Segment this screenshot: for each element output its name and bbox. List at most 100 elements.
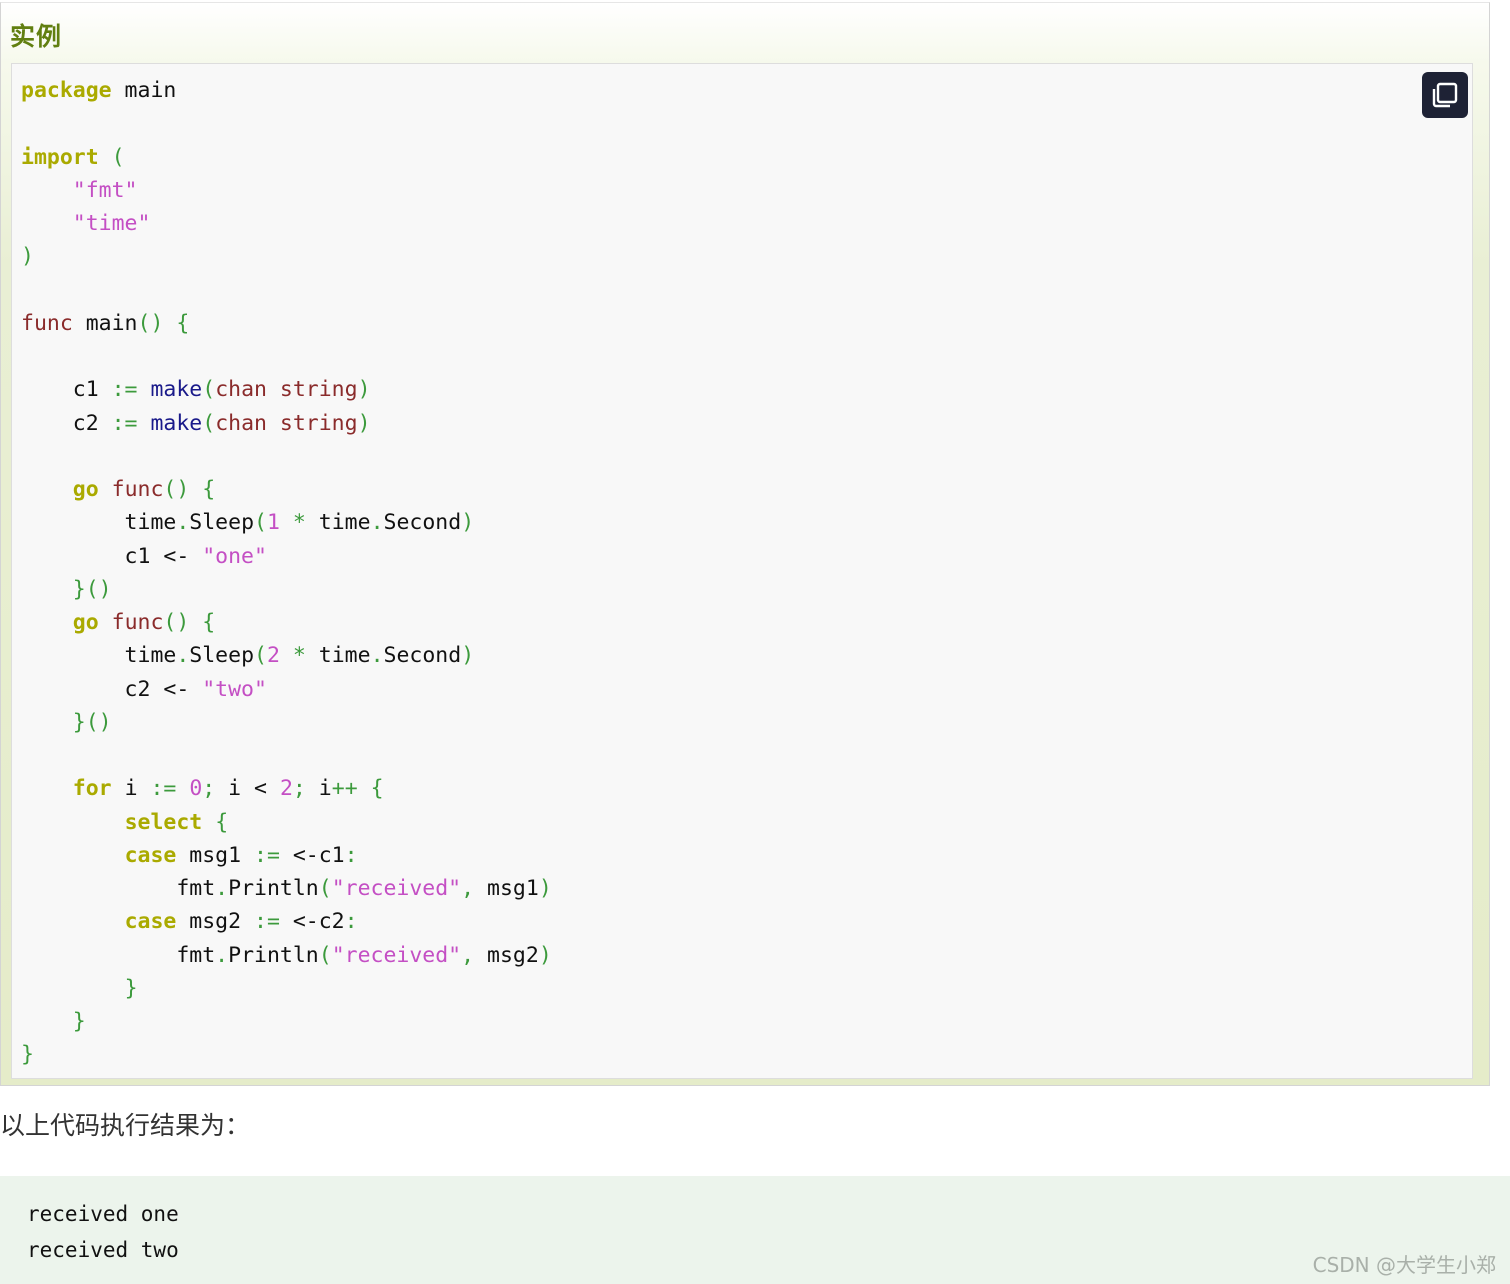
code-line: )	[21, 240, 552, 273]
code-line: package main	[21, 74, 552, 107]
code-line: case msg1 := <-c1:	[21, 839, 552, 872]
code-token: "received"	[331, 942, 462, 968]
code-line: }	[21, 972, 552, 1005]
code-line: fmt.Println("received", msg1)	[21, 872, 552, 905]
code-token: )	[461, 643, 475, 669]
example-title: 实例	[10, 22, 63, 51]
code-token: func	[111, 477, 164, 502]
code-token: import	[21, 144, 99, 170]
code-token: ,	[461, 876, 475, 901]
code-token: {	[202, 477, 216, 502]
code-token: <-c1	[279, 842, 345, 868]
code-token: "fmt"	[72, 177, 138, 203]
code-token: :=	[111, 410, 138, 436]
code-token: 2	[279, 776, 293, 802]
code-line: go func() {	[21, 473, 552, 506]
code-text: package main import ( "fmt" "time") func m…	[21, 74, 552, 1072]
code-token: (	[318, 942, 332, 968]
code-token: chan string	[215, 410, 358, 436]
code-token: <-c2	[279, 909, 345, 935]
code-token: Println	[228, 942, 319, 968]
code-token: case	[124, 909, 177, 935]
code-token: (	[111, 144, 125, 170]
code-token: (	[254, 510, 267, 536]
example-panel: 实例 package main import ( "fmt" "time") fun…	[0, 2, 1490, 1086]
code-token: msg1	[474, 876, 539, 901]
code-token: Sleep	[189, 643, 255, 669]
code-token: chan string	[215, 377, 358, 403]
code-token: ,	[461, 942, 475, 968]
code-token: ++	[331, 776, 358, 802]
code-token: {	[202, 610, 216, 635]
code-token: msg2	[176, 909, 255, 935]
code-token: :=	[150, 776, 177, 802]
code-token: (	[318, 876, 332, 901]
code-token: }()	[72, 576, 112, 602]
code-token: msg1	[176, 842, 255, 868]
code-token: main	[72, 310, 138, 336]
code-token: .	[370, 643, 384, 669]
code-token: time	[305, 643, 371, 669]
code-token: {	[176, 310, 190, 336]
code-token: time	[21, 510, 177, 536]
copy-button[interactable]	[1422, 72, 1468, 118]
code-line: go func() {	[21, 606, 552, 639]
code-token: main	[111, 78, 177, 103]
code-token: "two"	[202, 676, 267, 702]
code-token: fmt	[21, 876, 216, 901]
code-token: *	[292, 510, 306, 536]
code-token: Println	[228, 876, 319, 901]
code-token: func	[111, 610, 164, 635]
code-token: .	[176, 510, 190, 536]
code-token: :=	[254, 842, 280, 868]
code-token: )	[357, 410, 371, 436]
code-line: c1 <- "one"	[21, 540, 552, 573]
code-token: }	[72, 1009, 86, 1034]
code-token: Sleep	[189, 510, 255, 536]
code-token: )	[461, 510, 475, 536]
output-text: received one received two	[27, 1196, 179, 1268]
code-line: select {	[21, 806, 552, 839]
code-token: }()	[72, 709, 112, 735]
result-label: 以上代码执行结果为：	[0, 1111, 251, 1140]
code-token: )	[538, 876, 552, 901]
code-token: 0	[189, 776, 203, 802]
code-token: :=	[111, 377, 138, 403]
code-token: :=	[254, 909, 280, 935]
code-token: {	[215, 809, 229, 835]
code-token: i	[111, 776, 151, 802]
code-line: fmt.Println("received", msg2)	[21, 939, 551, 972]
code-token: time	[305, 510, 371, 536]
code-line: }	[21, 1005, 552, 1038]
code-token: msg2	[474, 942, 539, 968]
code-line: case msg2 := <-c2:	[21, 905, 552, 938]
code-token: }	[21, 1042, 34, 1068]
code-token: .	[176, 643, 190, 669]
code-line: for i := 0; i < 2; i++ {	[21, 772, 552, 805]
code-token: *	[292, 643, 306, 669]
code-line: c2 <- "two"	[21, 673, 552, 706]
code-line: c2 := make(chan string)	[21, 407, 552, 440]
code-token: case	[124, 842, 177, 868]
code-token: {	[370, 776, 384, 802]
